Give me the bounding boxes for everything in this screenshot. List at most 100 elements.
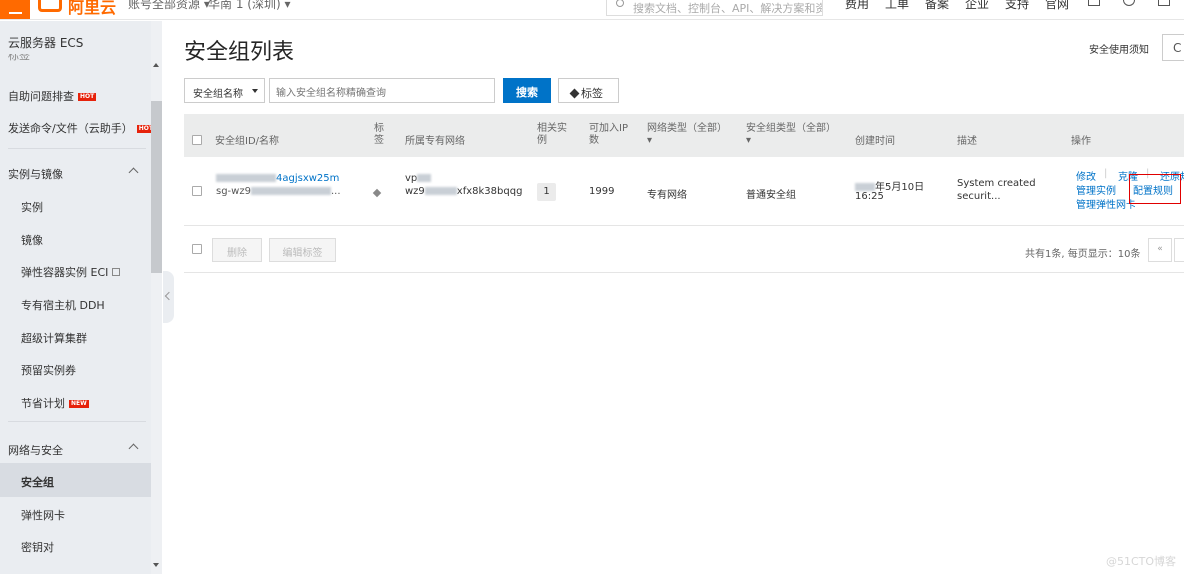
sidebar-divider (8, 421, 146, 422)
col-header-net-type[interactable]: 网络类型（全部） (647, 123, 727, 135)
account-resources-dropdown[interactable]: 账号全部资源 ▾ (128, 0, 210, 12)
menu-icon (8, 12, 22, 14)
delete-button[interactable]: 删除 (212, 238, 262, 262)
footer-select-all-checkbox[interactable] (192, 244, 202, 254)
watermark: @51CTO博客 (1106, 555, 1177, 568)
sidebar-item-label: 弹性容器实例 ECI (21, 266, 109, 279)
caret-down-icon (252, 89, 258, 93)
redacted-text (216, 174, 276, 182)
sg-id-text: sg-wz9 (216, 186, 251, 197)
sidebar-group-instances[interactable]: 实例与镜像 (8, 166, 63, 182)
related-instances-count[interactable]: 1 (537, 183, 556, 201)
col-header-joinable-1: 可加入IP (589, 123, 628, 134)
tag-button-label: 标签 (581, 87, 603, 100)
sidebar-item-commands[interactable]: 发送命令/文件（云助手） HOT (8, 120, 155, 136)
vpc-id-text: xfx8k38bqqg (456, 186, 523, 197)
global-search-placeholder: 搜索文档、控制台、API、解决方案和资源 (633, 2, 823, 15)
sidebar-item-eci[interactable]: 弹性容器实例 ECI (21, 264, 121, 280)
caret-down-icon[interactable]: ▾ (647, 135, 652, 147)
col-header-sg-type[interactable]: 安全组类型（全部） (746, 123, 836, 135)
op-manage-eni-link[interactable]: 管理弹性网卡 (1076, 196, 1136, 211)
op-separator: | (1104, 168, 1108, 179)
highlight-box (1129, 174, 1181, 204)
nav-ticket[interactable]: 工单 (885, 0, 909, 12)
filter-field-select[interactable]: 安全组名称 (184, 78, 265, 103)
aliyun-logo-icon (38, 0, 62, 12)
sidebar-item-label: 节省计划 (21, 397, 65, 410)
global-search-input[interactable]: 搜索文档、控制台、API、解决方案和资源 (606, 0, 823, 16)
hamburger-menu-button[interactable] (0, 0, 30, 19)
top-navbar: 阿里云 账号全部资源 ▾ 华南 1 (深圳) ▾ 搜索文档、控制台、API、解决… (0, 0, 1184, 20)
op-manage-instances-link[interactable]: 管理实例 (1076, 182, 1116, 197)
sidebar-item-tags-cut[interactable]: 标签 (8, 54, 30, 61)
chevron-up-icon[interactable] (128, 443, 139, 454)
sg-name-link[interactable]: 4agjsxw25m (216, 173, 339, 184)
sidebar-item-eni[interactable]: 弹性网卡 (21, 507, 65, 523)
pagination-next-button[interactable] (1174, 238, 1184, 262)
sidebar-group-network[interactable]: 网络与安全 (8, 442, 63, 458)
col-header-ops: 操作 (1071, 136, 1091, 147)
sidebar-item-ddh[interactable]: 专有宿主机 DDH (21, 297, 105, 313)
sidebar-collapse-button[interactable] (163, 271, 174, 323)
network-type: 专有网络 (647, 190, 687, 201)
sidebar: 云服务器 ECS 标签 自助问题排查 HOT 发送命令/文件（云助手） HOT 实例… (0, 21, 162, 574)
scroll-up-icon[interactable] (153, 63, 159, 67)
sidebar-item-images[interactable]: 镜像 (21, 232, 43, 248)
logo-text[interactable]: 阿里云 (68, 0, 116, 18)
scroll-down-icon[interactable] (153, 563, 159, 567)
col-header-tag-2: 签 (374, 135, 384, 146)
col-header-id: 安全组ID/名称 (215, 136, 280, 147)
description-line-2: securit... (957, 191, 1001, 202)
sg-id: sg-wz9... (216, 186, 341, 197)
col-header-related-2: 例 (537, 135, 547, 146)
sidebar-item-savings-plan[interactable]: 节省计划 NEW (21, 395, 89, 411)
page-title: 安全组列表 (184, 40, 295, 65)
terminal-icon[interactable] (1088, 0, 1100, 6)
caret-down-icon[interactable]: ▾ (746, 135, 751, 147)
region-selector[interactable]: 华南 1 (深圳) ▾ (208, 0, 290, 12)
sg-type: 普通安全组 (746, 190, 796, 201)
pagination-prev-button[interactable]: « (1148, 238, 1172, 262)
edit-tags-button[interactable]: 编辑标签 (269, 238, 336, 262)
sidebar-divider (8, 148, 146, 149)
nav-official-site[interactable]: 官网 (1045, 0, 1069, 12)
chevron-up-icon[interactable] (128, 167, 139, 178)
tag-filter-button[interactable]: 标签 (558, 78, 619, 103)
nav-support[interactable]: 支持 (1005, 0, 1029, 12)
joinable-ip-count: 1999 (589, 186, 615, 197)
sidebar-item-supercomputing[interactable]: 超级计算集群 (21, 330, 87, 346)
vpc-name: vp (405, 173, 432, 184)
col-header-joinable-2: 数 (589, 135, 599, 146)
op-modify-link[interactable]: 修改 (1076, 168, 1096, 183)
sg-id-ellipsis: ... (330, 186, 341, 197)
bell-icon[interactable] (1123, 0, 1135, 6)
security-notice-link[interactable]: 安全使用须知 (1089, 41, 1149, 56)
search-icon (616, 0, 624, 7)
sidebar-scrollbar-thumb[interactable] (151, 101, 162, 273)
sidebar-item-keypair[interactable]: 密钥对 (21, 539, 54, 555)
filter-search-input[interactable] (269, 78, 495, 103)
nav-enterprise[interactable]: 企业 (965, 0, 989, 12)
vpc-id[interactable]: wz9 xfx8k38bqqg (405, 186, 522, 197)
redacted-text (424, 187, 457, 195)
select-all-checkbox[interactable] (192, 135, 202, 145)
refresh-button[interactable]: C (1162, 34, 1184, 61)
nav-icp[interactable]: 备案 (925, 0, 949, 12)
vpc-id-prefix: wz9 (405, 186, 425, 197)
sg-name-text: 4agjsxw25m (276, 173, 340, 184)
col-header-related-1: 相关实 (537, 123, 567, 134)
nav-billing[interactable]: 费用 (845, 0, 869, 12)
sidebar-item-troubleshoot[interactable]: 自助问题排查 HOT (8, 88, 97, 104)
sidebar-item-instances[interactable]: 实例 (21, 199, 43, 215)
redacted-text (855, 183, 875, 191)
redacted-text (417, 174, 432, 182)
redacted-text (250, 187, 331, 195)
pagination-summary: 共有1条, 每页显示：10条 (1025, 249, 1141, 260)
chevron-left-icon (164, 291, 174, 301)
row-checkbox[interactable] (192, 186, 202, 196)
sidebar-item-security-group[interactable]: 安全组 (21, 474, 54, 490)
sidebar-item-reserved[interactable]: 预留实例券 (21, 362, 76, 378)
search-button[interactable]: 搜索 (503, 78, 551, 103)
table-header (184, 114, 1184, 157)
cart-icon[interactable] (1158, 0, 1170, 6)
